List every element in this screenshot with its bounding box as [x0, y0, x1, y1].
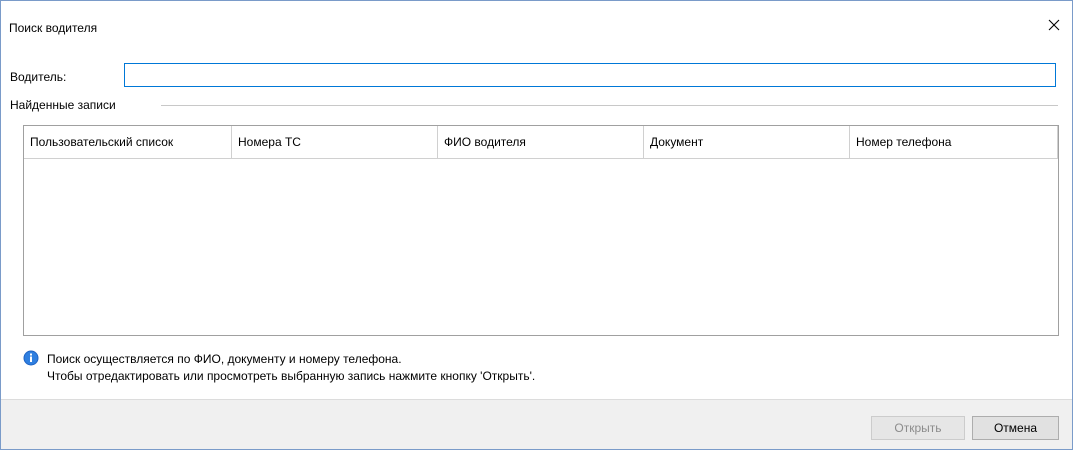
cancel-button[interactable]: Отмена: [972, 416, 1059, 440]
title-bar: Поиск водителя: [1, 1, 1072, 53]
results-table[interactable]: Пользовательский список Номера ТС ФИО во…: [23, 125, 1059, 336]
column-header-document[interactable]: Документ: [644, 126, 850, 158]
column-header-phone-number[interactable]: Номер телефона: [850, 126, 1058, 158]
dialog-window: Поиск водителя Водитель: Найденные запис…: [0, 0, 1073, 450]
info-text-line-2: Чтобы отредактировать или просмотреть вы…: [47, 369, 536, 383]
open-button[interactable]: Открыть: [871, 416, 965, 440]
info-icon: [23, 350, 39, 366]
driver-search-input[interactable]: [124, 63, 1056, 87]
column-header-driver-name[interactable]: ФИО водителя: [438, 126, 644, 158]
column-header-user-list[interactable]: Пользовательский список: [24, 126, 232, 158]
dialog-title: Поиск водителя: [9, 21, 98, 35]
dialog-footer: Открыть Отмена: [1, 399, 1072, 449]
close-button[interactable]: [1042, 13, 1066, 37]
table-body[interactable]: [24, 159, 1058, 335]
info-text-line-1: Поиск осуществляется по ФИО, документу и…: [47, 352, 402, 366]
group-divider: [161, 105, 1058, 106]
found-records-label: Найденные записи: [10, 98, 124, 112]
close-icon: [1048, 19, 1060, 31]
driver-label: Водитель:: [10, 70, 67, 84]
column-header-vehicle-numbers[interactable]: Номера ТС: [232, 126, 438, 158]
table-header: Пользовательский список Номера ТС ФИО во…: [24, 126, 1058, 159]
